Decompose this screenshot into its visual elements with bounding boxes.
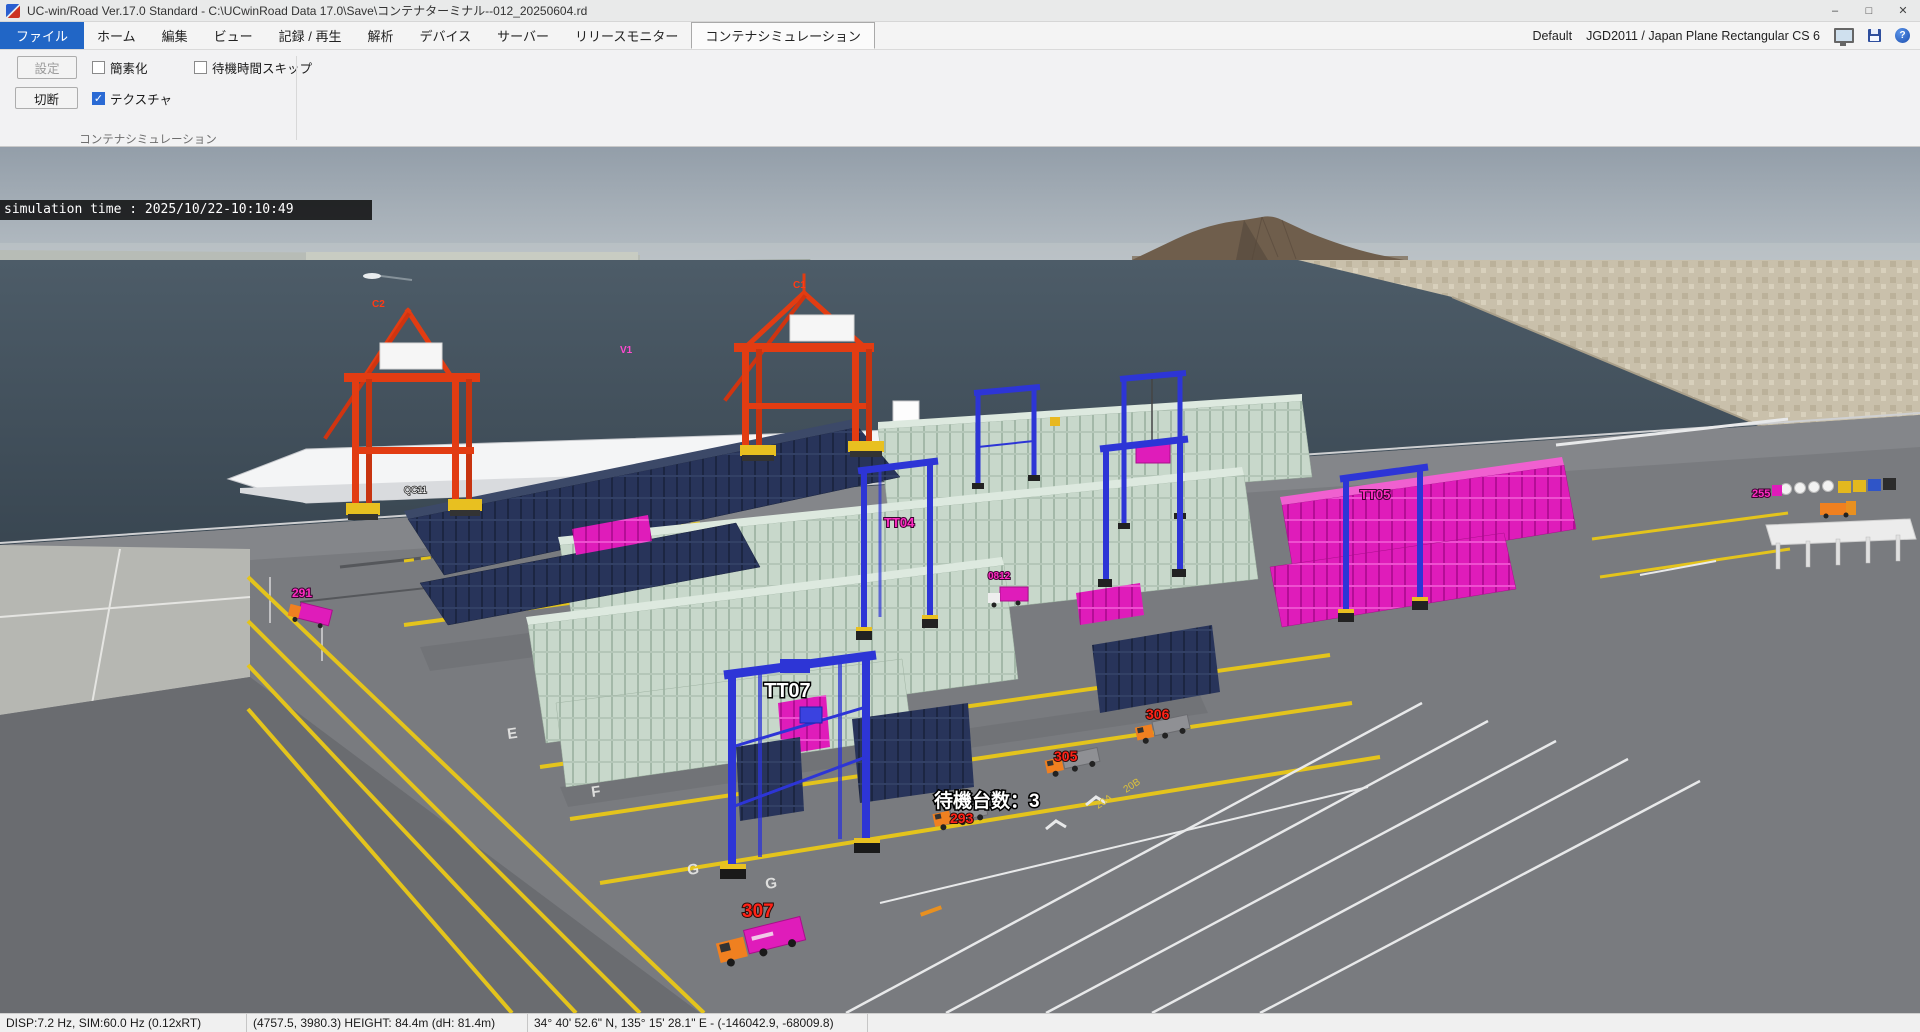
- truck-label-306: 306: [1146, 706, 1170, 722]
- scene-canvas: C2 C1 QC11 V1 TT04 TT05 TT07 291 0812 待機…: [0, 147, 1920, 1013]
- maximize-button[interactable]: □: [1852, 0, 1886, 21]
- viewport-3d[interactable]: C2 C1 QC11 V1 TT04 TT05 TT07 291 0812 待機…: [0, 147, 1920, 1013]
- close-button[interactable]: ✕: [1886, 0, 1920, 21]
- status-position: (4757.5, 3980.3) HEIGHT: 84.4m (dH: 81.4…: [247, 1014, 528, 1032]
- help-icon[interactable]: ?: [1895, 28, 1910, 43]
- crane-label-qc11: QC11: [404, 485, 427, 495]
- simplify-checkbox[interactable]: 簡素化: [92, 58, 148, 77]
- tab-release-monitor[interactable]: リリースモニター: [562, 22, 691, 49]
- tab-edit[interactable]: 編集: [149, 22, 201, 49]
- coordinate-system-label: JGD2011 / Japan Plane Rectangular CS 6: [1586, 29, 1820, 43]
- simplify-checkbox-box[interactable]: [92, 61, 105, 74]
- tab-server[interactable]: サーバー: [484, 22, 562, 49]
- yard-label-0812: 0812: [988, 571, 1011, 582]
- status-geo-coordinates: 34° 40' 52.6" N, 135° 15' 28.1" E - (-14…: [528, 1014, 868, 1032]
- ribbon-panel: 設定 切断 簡素化 待機時間スキップ テクスチャ コンテナシミュレーション: [0, 50, 1920, 147]
- ribbon-group-label: コンテナシミュレーション: [0, 131, 296, 147]
- ribbon-group-separator: [296, 56, 297, 140]
- truck-label-307: 307: [742, 901, 774, 922]
- tab-file[interactable]: ファイル: [0, 22, 84, 49]
- texture-checkbox-box[interactable]: [92, 92, 105, 105]
- window-title: UC-win/Road Ver.17.0 Standard - C:\UCwin…: [27, 2, 587, 19]
- ribbon-tab-bar: ファイル ホーム 編集 ビュー 記録 / 再生 解析 デバイス サーバー リリー…: [0, 22, 1920, 50]
- display-icon[interactable]: [1834, 28, 1854, 43]
- simulation-time-overlay: simulation time : 2025/10/22-10:10:49: [0, 200, 372, 220]
- tab-home[interactable]: ホーム: [84, 22, 149, 49]
- vessel-label-v1: V1: [620, 345, 633, 356]
- texture-checkbox[interactable]: テクスチャ: [92, 89, 172, 108]
- save-icon[interactable]: [1868, 29, 1881, 42]
- yard-row-letter-g1: G: [686, 861, 700, 879]
- tab-record-play[interactable]: 記録 / 再生: [266, 22, 355, 49]
- tab-analysis[interactable]: 解析: [355, 22, 407, 49]
- profile-selector[interactable]: Default: [1532, 29, 1572, 43]
- tab-view[interactable]: ビュー: [201, 22, 266, 49]
- settings-button[interactable]: 設定: [17, 56, 77, 79]
- small-boat: [363, 273, 381, 279]
- wait-skip-checkbox[interactable]: 待機時間スキップ: [194, 58, 312, 77]
- tab-container-simulation[interactable]: コンテナシミュレーション: [691, 22, 874, 49]
- simplify-checkbox-label: 簡素化: [110, 58, 148, 77]
- rtg-label-tt05: TT05: [1360, 487, 1390, 502]
- waiting-count-overlay: 待機台数：3: [934, 789, 1040, 812]
- title-bar: UC-win/Road Ver.17.0 Standard - C:\UCwin…: [0, 0, 1920, 22]
- crane-label-c2: C2: [372, 299, 385, 310]
- rtg-label-tt04: TT04: [884, 515, 915, 530]
- rtg-label-tt07: TT07: [764, 680, 811, 702]
- window-controls: – □ ✕: [1818, 0, 1920, 21]
- minimize-button[interactable]: –: [1818, 0, 1852, 21]
- wait-skip-checkbox-label: 待機時間スキップ: [212, 58, 312, 77]
- tab-device[interactable]: デバイス: [407, 22, 485, 49]
- truck-label-293: 293: [950, 810, 974, 826]
- disconnect-button[interactable]: 切断: [15, 87, 78, 109]
- truck-label-255: 255: [1752, 488, 1770, 500]
- yard-row-letter-g2: G: [764, 875, 778, 893]
- status-empty: [868, 1014, 1920, 1032]
- wait-skip-checkbox-box[interactable]: [194, 61, 207, 74]
- truck-label-291: 291: [292, 586, 312, 600]
- texture-checkbox-label: テクスチャ: [110, 89, 172, 108]
- status-bar: DISP:7.2 Hz, SIM:60.0 Hz (0.12xRT) (4757…: [0, 1013, 1920, 1032]
- status-performance: DISP:7.2 Hz, SIM:60.0 Hz (0.12xRT): [0, 1014, 247, 1032]
- app-icon: [6, 4, 20, 18]
- crane-label-c1: C1: [793, 280, 806, 291]
- truck-label-305: 305: [1054, 748, 1078, 764]
